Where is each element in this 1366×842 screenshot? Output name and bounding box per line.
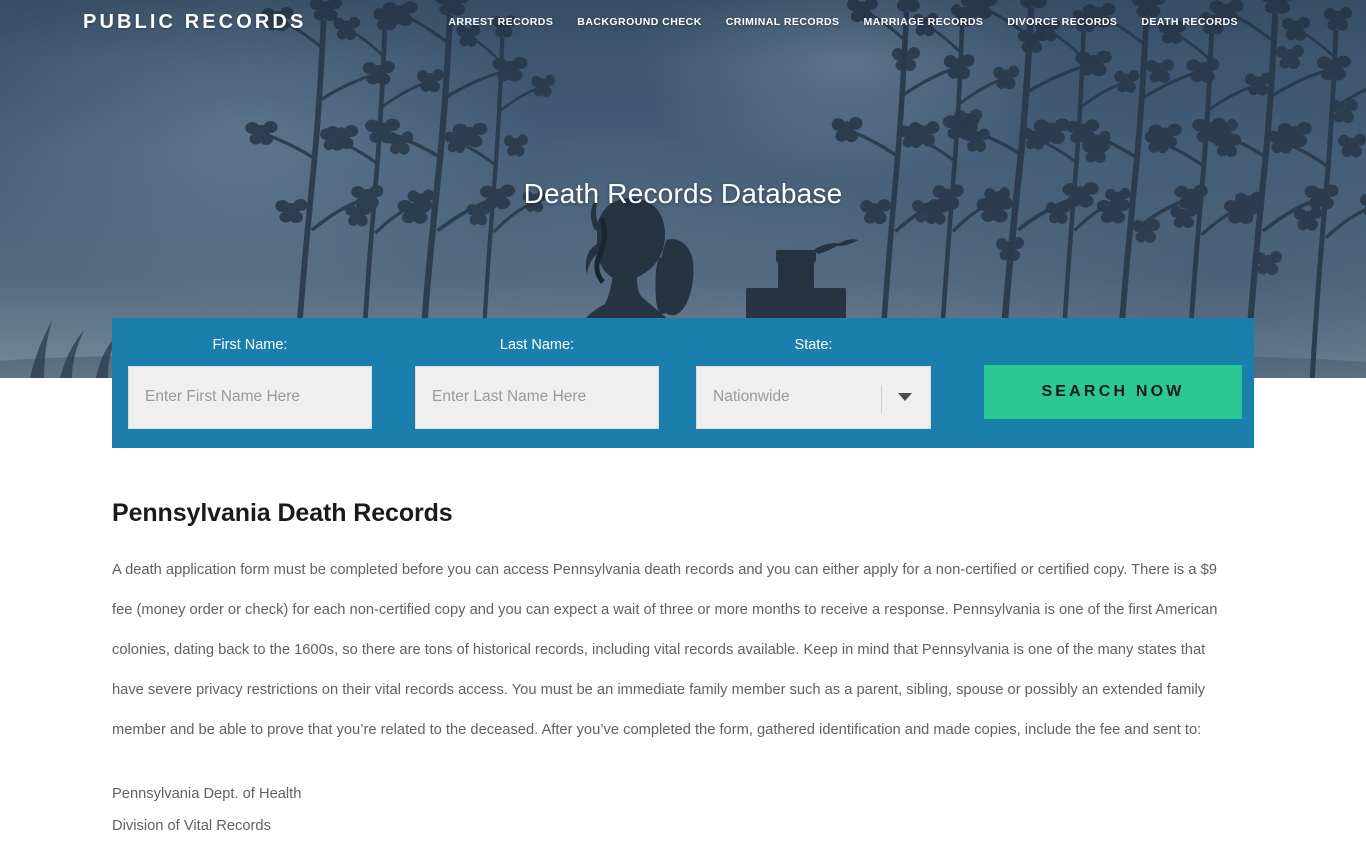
nav-item-death-records[interactable]: DEATH RECORDS xyxy=(1141,16,1238,28)
select-divider xyxy=(881,384,882,413)
state-label: State: xyxy=(794,337,833,353)
last-name-label: Last Name: xyxy=(499,337,575,353)
state-selected-value: Nationwide xyxy=(713,388,790,405)
first-name-input[interactable] xyxy=(128,365,372,429)
nav-item-criminal-records[interactable]: CRIMINAL RECORDS xyxy=(726,16,840,28)
hero-title: Death Records Database xyxy=(523,178,843,209)
main-navigation: ARREST RECORDS BACKGROUND CHECK CRIMINAL… xyxy=(448,16,1238,28)
first-name-label: First Name: xyxy=(212,337,288,353)
chevron-down-icon xyxy=(898,393,912,401)
state-field-group: State: Nationwide xyxy=(696,318,931,429)
first-name-field-group: First Name: xyxy=(128,318,372,429)
nav-item-background-check[interactable]: BACKGROUND CHECK xyxy=(577,16,701,28)
search-now-button[interactable]: SEARCH NOW xyxy=(984,365,1242,419)
last-name-input[interactable] xyxy=(415,365,659,429)
main-content: Pennsylvania Death Records A death appli… xyxy=(0,448,1366,842)
nav-item-arrest-records[interactable]: ARREST RECORDS xyxy=(448,16,553,28)
mailing-address-block: Pennsylvania Dept. of Health Division of… xyxy=(112,778,1254,842)
last-name-field-group: Last Name: xyxy=(415,318,659,429)
address-line-2: Division of Vital Records xyxy=(112,818,271,834)
search-form-bar: First Name: Last Name: State: Nationwide… xyxy=(112,318,1254,448)
nav-item-divorce-records[interactable]: DIVORCE RECORDS xyxy=(1007,16,1117,28)
nav-item-marriage-records[interactable]: MARRIAGE RECORDS xyxy=(864,16,984,28)
state-select[interactable]: Nationwide xyxy=(696,365,931,429)
address-line-1: Pennsylvania Dept. of Health xyxy=(112,786,302,802)
intro-paragraph: A death application form must be complet… xyxy=(112,562,1218,738)
site-header: PUBLIC RECORDS ARREST RECORDS BACKGROUND… xyxy=(0,0,1366,44)
brand-logo[interactable]: PUBLIC RECORDS xyxy=(83,11,306,34)
page-title: Pennsylvania Death Records xyxy=(112,499,453,527)
